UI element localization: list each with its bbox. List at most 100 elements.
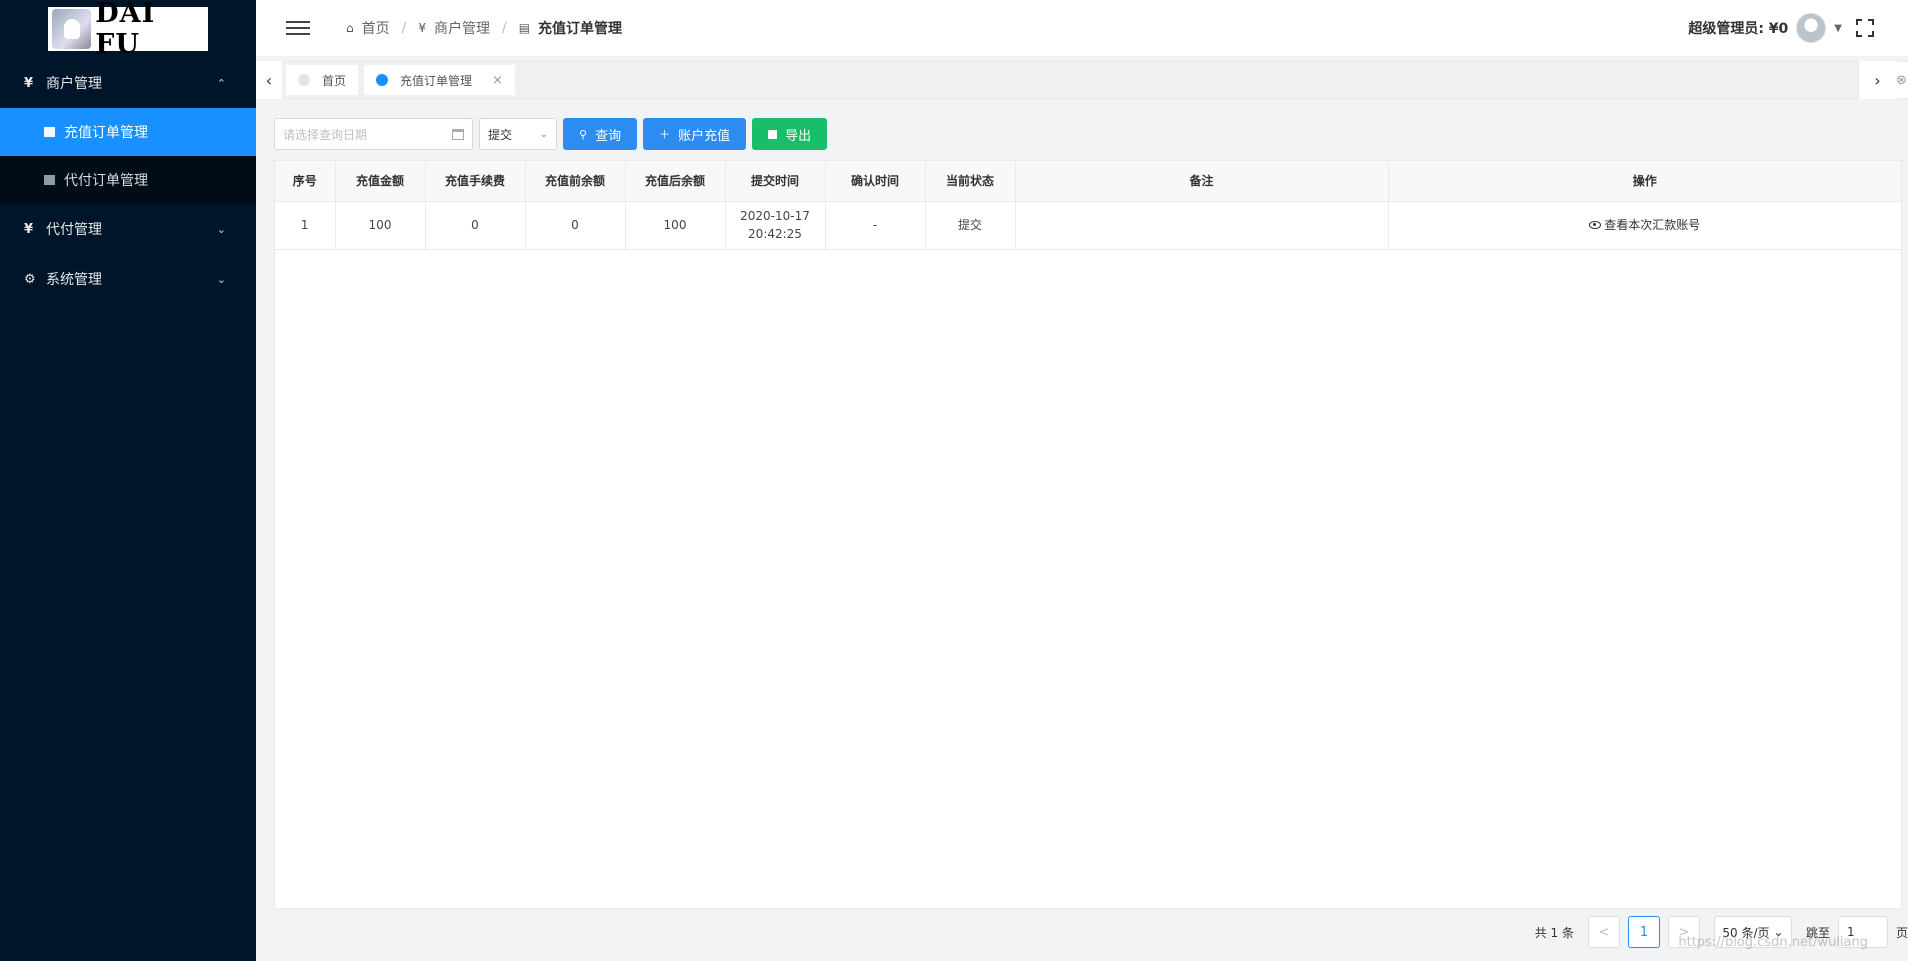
- cell-action: 查看本次汇款账号: [1388, 201, 1901, 250]
- menu-group-system: ⚙ 系统管理 ⌄: [0, 254, 256, 304]
- tabs-track: 首页 充值订单管理 ×: [282, 62, 1858, 98]
- sidebar-item-label: 代付订单管理: [64, 173, 148, 189]
- home-icon: ⌂: [346, 21, 354, 35]
- sidebar-item-recharge-orders[interactable]: 充值订单管理: [0, 108, 256, 156]
- view-remit-account-link[interactable]: 查看本次汇款账号: [1589, 216, 1700, 234]
- export-button-label: 导出: [785, 128, 812, 144]
- export-icon: [768, 129, 778, 139]
- cell-remark: [1015, 201, 1389, 250]
- cell-fee: 0: [425, 201, 526, 250]
- close-all-tabs-icon[interactable]: ⊗: [1896, 61, 1908, 99]
- cell-amount: 100: [335, 201, 426, 250]
- chevron-down-icon: ⌄: [216, 222, 226, 236]
- submit-date: 2020-10-17: [740, 209, 810, 223]
- column-header[interactable]: 确认时间: [825, 161, 926, 202]
- tab-label: 首页: [322, 73, 347, 88]
- column-header[interactable]: 充值后余额: [625, 161, 726, 202]
- date-placeholder: 请选择查询日期: [283, 127, 368, 142]
- filter-toolbar: 请选择查询日期 提交 ⌄ ⚲ 查询 ＋ 账户充值 导出: [274, 118, 828, 150]
- close-icon[interactable]: ×: [492, 73, 503, 88]
- sidebar-menu: ¥ 商户管理 ⌃ 充值订单管理 代付订单管理 ¥ 代付管理 ⌄ ⚙ 系统管理 ⌄: [0, 58, 256, 304]
- recharge-button[interactable]: ＋ 账户充值: [643, 118, 747, 150]
- page-button-1[interactable]: 1: [1627, 916, 1660, 948]
- column-header[interactable]: 充值前余额: [525, 161, 626, 202]
- pagination-total: 共 1 条: [1534, 925, 1574, 940]
- breadcrumb-separator: /: [401, 20, 407, 36]
- menu-group-label: 商户管理: [46, 76, 102, 92]
- logo-image: [52, 9, 92, 49]
- header-user-area: 超级管理员: ¥0 ▼: [1688, 13, 1874, 43]
- list-icon: ▤: [518, 21, 531, 35]
- column-header[interactable]: 当前状态: [925, 161, 1016, 202]
- menu-group-label: 代付管理: [46, 222, 102, 238]
- cell-submit-time: 2020-10-17 20:42:25: [725, 201, 826, 250]
- avatar[interactable]: [1796, 13, 1827, 43]
- fullscreen-icon[interactable]: [1856, 19, 1874, 37]
- yen-icon: ¥: [24, 221, 34, 237]
- query-button-label: 查询: [595, 128, 622, 144]
- breadcrumb: ⌂ 首页 / ¥ 商户管理 / ▤ 充值订单管理: [346, 18, 622, 38]
- tab-label: 充值订单管理: [400, 73, 473, 88]
- tab-dot-icon: [376, 74, 389, 86]
- menu-group-payout: ¥ 代付管理 ⌄: [0, 204, 256, 254]
- breadcrumb-label: 充值订单管理: [538, 21, 623, 37]
- cell-confirm-time: -: [825, 201, 926, 250]
- logo-text: DAI FU: [95, 0, 156, 60]
- admin-label: 超级管理员: ¥0: [1688, 21, 1789, 37]
- status-select-value: 提交: [488, 127, 513, 142]
- recharge-button-label: 账户充值: [678, 128, 731, 144]
- status-select[interactable]: 提交 ⌄: [479, 118, 557, 150]
- tab-recharge-orders[interactable]: 充值订单管理 ×: [364, 65, 515, 95]
- chevron-up-icon: ⌃: [216, 76, 226, 90]
- sidebar: DAI FU ¥ 商户管理 ⌃ 充值订单管理 代付订单管理 ¥ 代付管理 ⌄ ⚙…: [0, 0, 256, 961]
- export-button[interactable]: 导出: [752, 118, 828, 150]
- cell-status: 提交: [925, 201, 1016, 250]
- column-header[interactable]: 充值金额: [335, 161, 426, 202]
- table-row: 1 100 0 0 100 2020-10-17 20:42:25 - 提交 查…: [275, 201, 1901, 250]
- tabs-scroll-right-icon[interactable]: ›: [1858, 61, 1896, 99]
- breadcrumb-label: 首页: [361, 21, 390, 37]
- cell-index: 1: [275, 201, 336, 250]
- column-header[interactable]: 序号: [275, 161, 336, 202]
- breadcrumb-merchant[interactable]: ¥ 商户管理: [418, 18, 490, 38]
- breadcrumb-separator: /: [501, 20, 507, 36]
- watermark: https://blog.csdn.net/wuliang: [1678, 935, 1868, 950]
- plus-icon: ＋: [659, 128, 671, 141]
- menu-group-merchant: ¥ 商户管理 ⌃ 充值订单管理 代付订单管理: [0, 58, 256, 204]
- yen-icon: ¥: [418, 21, 426, 35]
- tabs-scroll-left-icon[interactable]: ‹: [256, 61, 282, 99]
- sidebar-item-label: 充值订单管理: [64, 125, 148, 141]
- gear-icon: ⚙: [24, 271, 36, 287]
- search-icon: ⚲: [579, 127, 588, 141]
- menu-toggle-icon[interactable]: [286, 17, 310, 39]
- menu-group-system-header[interactable]: ⚙ 系统管理 ⌄: [0, 254, 256, 304]
- breadcrumb-current: ▤ 充值订单管理: [519, 18, 622, 38]
- orders-table-container: 序号 充值金额 充值手续费 充值前余额 充值后余额 提交时间 确认时间 当前状态…: [274, 160, 1902, 909]
- column-header[interactable]: 提交时间: [725, 161, 826, 202]
- prev-page-button[interactable]: <: [1587, 916, 1620, 948]
- list-icon: [44, 175, 55, 185]
- chevron-down-icon: ⌄: [539, 128, 548, 140]
- column-header[interactable]: 操作: [1388, 161, 1901, 202]
- action-label: 查看本次汇款账号: [1604, 218, 1701, 232]
- table-header-row: 序号 充值金额 充值手续费 充值前余额 充值后余额 提交时间 确认时间 当前状态…: [275, 161, 1901, 202]
- menu-group-merchant-header[interactable]: ¥ 商户管理 ⌃: [0, 58, 256, 108]
- breadcrumb-label: 商户管理: [433, 21, 490, 37]
- date-picker-input[interactable]: 请选择查询日期: [274, 118, 473, 150]
- tab-home[interactable]: 首页: [286, 65, 359, 95]
- column-header[interactable]: 充值手续费: [425, 161, 526, 202]
- caret-down-icon[interactable]: ▼: [1834, 23, 1842, 34]
- breadcrumb-home[interactable]: ⌂ 首页: [346, 18, 390, 38]
- query-button[interactable]: ⚲ 查询: [563, 118, 638, 150]
- menu-group-payout-header[interactable]: ¥ 代付管理 ⌄: [0, 204, 256, 254]
- calendar-icon: [452, 128, 464, 140]
- top-header: ⌂ 首页 / ¥ 商户管理 / ▤ 充值订单管理 超级管理员: ¥0 ▼: [256, 0, 1908, 56]
- column-header[interactable]: 备注: [1015, 161, 1389, 202]
- cell-balance-after: 100: [625, 201, 726, 250]
- logo[interactable]: DAI FU: [48, 0, 208, 60]
- sidebar-item-payout-orders[interactable]: 代付订单管理: [0, 156, 256, 204]
- orders-table: 序号 充值金额 充值手续费 充值前余额 充值后余额 提交时间 确认时间 当前状态…: [275, 161, 1901, 250]
- menu-group-label: 系统管理: [46, 272, 102, 288]
- page-suffix: 页: [1895, 925, 1908, 940]
- submenu-merchant: 充值订单管理 代付订单管理: [0, 108, 256, 204]
